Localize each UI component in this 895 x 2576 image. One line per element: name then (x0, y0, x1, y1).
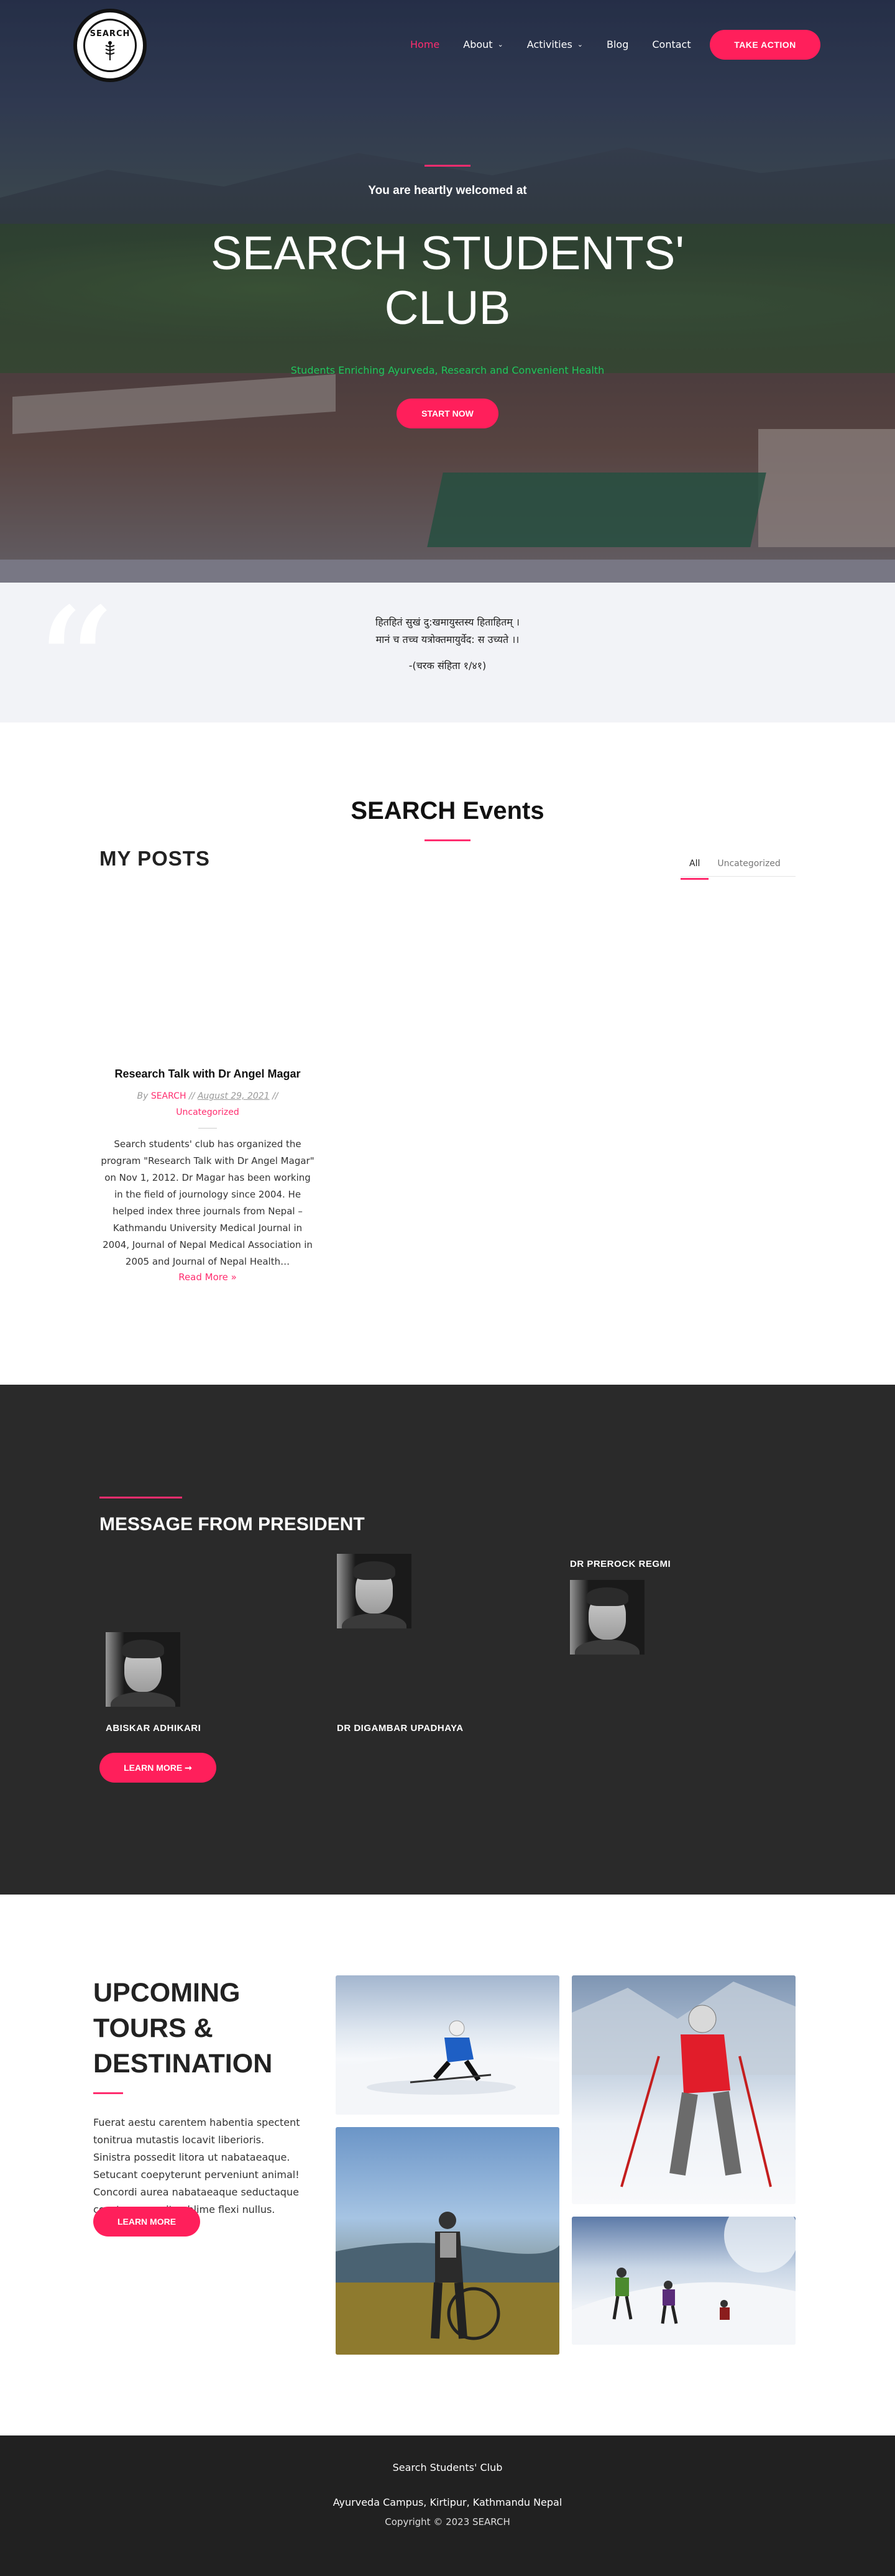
footer-address: Ayurveda Campus, Kirtipur, Kathmandu Nep… (333, 2496, 562, 2508)
events-title: SEARCH Events (351, 797, 544, 824)
footer-club-name: Search Students' Club (392, 2462, 503, 2473)
hero-title: SEARCH STUDENTS' CLUB (211, 227, 684, 335)
main-menu: Home About ⌄ Activities ⌄ Blog Contact (410, 39, 715, 50)
president-section: MESSAGE FROM PRESIDENT DR PREROCK REGMI … (0, 1385, 895, 1895)
quote-citation: -(चरक संहिता १/४१) (408, 660, 487, 672)
filter-uncategorized[interactable]: Uncategorized (709, 854, 789, 876)
president-title: MESSAGE FROM PRESIDENT (99, 1514, 365, 1535)
tours-title: UPCOMING TOURS & DESTINATION (93, 1978, 273, 2079)
nav-contact[interactable]: Contact (652, 39, 691, 50)
quote-section: “ हितहितं सुखं दु:खमायुस्तस्य हिताहितम् … (0, 583, 895, 749)
post-divider (198, 1128, 217, 1129)
post-excerpt: Search students' club has organized the … (101, 1138, 314, 1267)
nav-about-label: About (463, 39, 493, 50)
post-card: Research Talk with Dr Angel Magar By SEA… (99, 1068, 316, 1283)
skier-red-jacket-image[interactable] (572, 1975, 796, 2204)
skier-illustration (336, 2020, 559, 2115)
post-by: By (137, 1091, 149, 1101)
site-footer: Search Students' Club Ayurveda Campus, K… (0, 2435, 895, 2576)
meta-separator: // (272, 1091, 278, 1101)
post-filter-tabs: All Uncategorized (681, 854, 796, 880)
footer-copyright: Copyright © 2023 SEARCH (385, 2516, 510, 2528)
nav-home[interactable]: Home (410, 39, 439, 50)
nav-activities[interactable]: Activities ⌄ (527, 39, 583, 50)
nav-home-label: Home (410, 39, 440, 50)
posts-heading: MY POSTS (99, 847, 210, 870)
avatar (570, 1580, 645, 1655)
avatar (337, 1554, 411, 1628)
club-logo[interactable]: SEARCH (73, 9, 147, 82)
chevron-down-icon: ⌄ (497, 40, 503, 48)
post-category-link[interactable]: Uncategorized (176, 1107, 239, 1117)
logo-emblem: SEARCH (83, 19, 137, 72)
hero-tagline: Students Enriching Ayurveda, Research an… (290, 364, 605, 376)
hero-content: You are heartly welcomed at SEARCH STUDE… (0, 165, 895, 428)
quote-line: हितहितं सुखं दु:खमायुस्तस्य हिताहितम् । (375, 616, 520, 628)
avatar (106, 1632, 180, 1707)
post-date-link[interactable]: August 29, 2021 (198, 1091, 270, 1101)
accent-divider (425, 165, 470, 167)
learn-more-button[interactable]: LEARN MORE ➞ (99, 1753, 216, 1783)
take-action-button[interactable]: TAKE ACTION (710, 30, 820, 60)
nav-about[interactable]: About ⌄ (463, 39, 503, 50)
quote-text: हितहितं सुखं दु:खमायुस्तस्य हिताहितम् । … (0, 614, 895, 675)
nav-contact-label: Contact (652, 39, 691, 50)
post-meta: By SEARCH // August 29, 2021 // Uncatego… (99, 1088, 316, 1120)
hikers-illustration (572, 2217, 796, 2345)
divider-band (0, 560, 895, 583)
top-navigation: SEARCH Home About ⌄ Activities ⌄ Blog Cont… (0, 0, 895, 90)
accent-divider (425, 839, 470, 841)
post-author-link[interactable]: SEARCH (151, 1091, 186, 1101)
cyclist-image[interactable] (336, 2127, 559, 2355)
chevron-down-icon: ⌄ (577, 40, 583, 48)
read-more-link[interactable]: Read More » (99, 1272, 316, 1283)
nav-blog[interactable]: Blog (607, 39, 628, 50)
accent-divider (99, 1497, 182, 1498)
member-name: DR DIGAMBAR UPADHAYA (337, 1723, 464, 1733)
member-name: ABISKAR ADHIKARI (106, 1723, 201, 1733)
start-now-button[interactable]: START NOW (397, 399, 498, 428)
member-name: DR PREROCK REGMI (570, 1559, 671, 1569)
nav-blog-label: Blog (607, 39, 629, 50)
cyclist-illustration (336, 2212, 559, 2355)
hero-section: SEARCH Home About ⌄ Activities ⌄ Blog Cont… (0, 0, 895, 560)
skier-image[interactable] (336, 1975, 559, 2115)
post-title[interactable]: Research Talk with Dr Angel Magar (99, 1068, 316, 1081)
events-section: SEARCH Events MY POSTS All Uncategorized… (0, 722, 895, 1385)
filter-all[interactable]: All (681, 854, 709, 880)
quote-line: मानं च तच्च यत्रोक्तमायुर्वेद: स उच्यते … (375, 634, 520, 645)
tours-description: Fuerat aestu carentem habentia spectent … (93, 2117, 300, 2215)
logo-text: SEARCH (90, 29, 131, 39)
accent-divider (93, 2092, 123, 2094)
nav-activities-label: Activities (526, 39, 572, 50)
tours-learn-more-button[interactable]: LEARN MORE (93, 2207, 200, 2237)
tours-section: UPCOMING TOURS & DESTINATION Fuerat aest… (0, 1895, 895, 2435)
hero-welcome: You are heartly welcomed at (368, 184, 527, 197)
hikers-image[interactable] (572, 2217, 796, 2345)
meta-separator: // (188, 1091, 195, 1101)
skier-illustration (572, 1982, 796, 2187)
caduceus-icon (105, 41, 115, 60)
